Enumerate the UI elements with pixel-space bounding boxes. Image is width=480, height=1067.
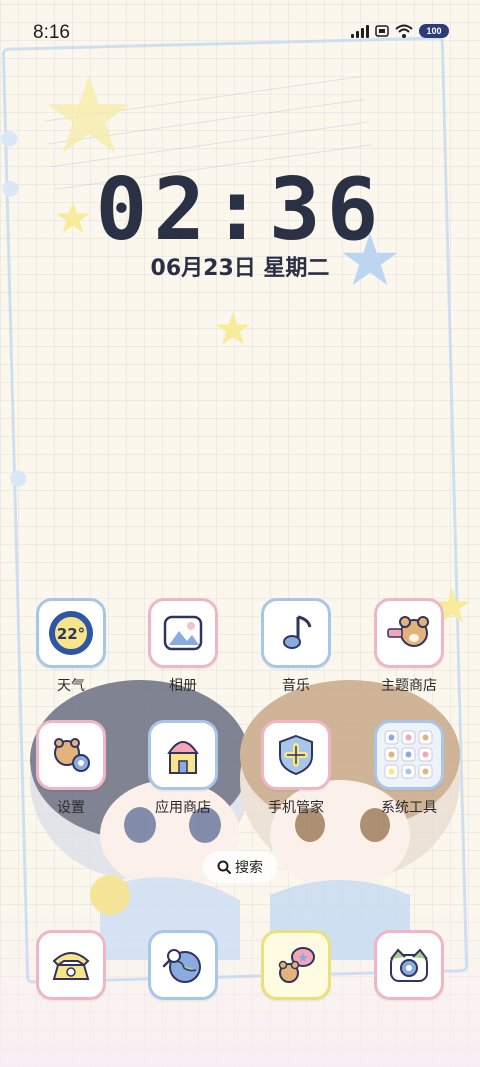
app-label: 系统工具 (381, 800, 437, 816)
phone-icon (36, 930, 106, 1000)
app-label: 手机管家 (268, 800, 324, 816)
app-label: 应用商店 (155, 800, 211, 816)
status-bar: 8:16 100 (0, 0, 480, 68)
app-theme-store[interactable]: 主题商店 (364, 598, 454, 695)
app-label: 天气 (57, 678, 85, 694)
lockscreen-clock[interactable]: 02:36 (0, 160, 480, 260)
search-label: 搜索 (235, 860, 263, 876)
app-app-store[interactable]: 应用商店 (138, 720, 228, 817)
theme-store-icon (374, 598, 444, 668)
weather-temp: 22° (57, 625, 85, 643)
dock-browser[interactable] (138, 930, 228, 1000)
app-music[interactable]: 音乐 (251, 598, 341, 695)
system-tools-folder-icon (374, 720, 444, 790)
status-time: 8:16 (33, 22, 70, 43)
messages-icon (261, 930, 331, 1000)
wifi-icon (395, 24, 413, 38)
gallery-icon (148, 598, 218, 668)
dock-camera[interactable] (364, 930, 454, 1000)
app-label: 音乐 (282, 678, 310, 694)
app-label: 主题商店 (381, 678, 437, 694)
star-decoration-icon (215, 311, 251, 345)
notebook-hole (0, 130, 18, 147)
settings-icon (36, 720, 106, 790)
app-weather[interactable]: 22° 天气 (26, 598, 116, 695)
camera-icon (374, 930, 444, 1000)
weather-icon: 22° (36, 598, 106, 668)
app-label: 设置 (57, 800, 85, 816)
dock-messages[interactable] (251, 930, 341, 1000)
notebook-hole (9, 470, 27, 487)
app-label: 相册 (169, 678, 197, 694)
app-store-icon (148, 720, 218, 790)
status-icons: 100 (351, 24, 449, 38)
signal-icon (351, 24, 369, 38)
music-icon (261, 598, 331, 668)
app-system-tools-folder[interactable]: 系统工具 (364, 720, 454, 817)
search-button[interactable]: 搜索 (203, 851, 277, 883)
app-settings[interactable]: 设置 (26, 720, 116, 817)
phone-manager-icon (261, 720, 331, 790)
search-icon (217, 860, 231, 874)
star-decoration-icon (47, 74, 131, 153)
lockscreen-date[interactable]: 06月23日 星期二 (0, 250, 480, 282)
app-phone-manager[interactable]: 手机管家 (251, 720, 341, 817)
dock-phone[interactable] (26, 930, 116, 1000)
hd-icon (375, 25, 389, 37)
battery-icon: 100 (419, 24, 449, 38)
app-gallery[interactable]: 相册 (138, 598, 228, 695)
browser-icon (148, 930, 218, 1000)
